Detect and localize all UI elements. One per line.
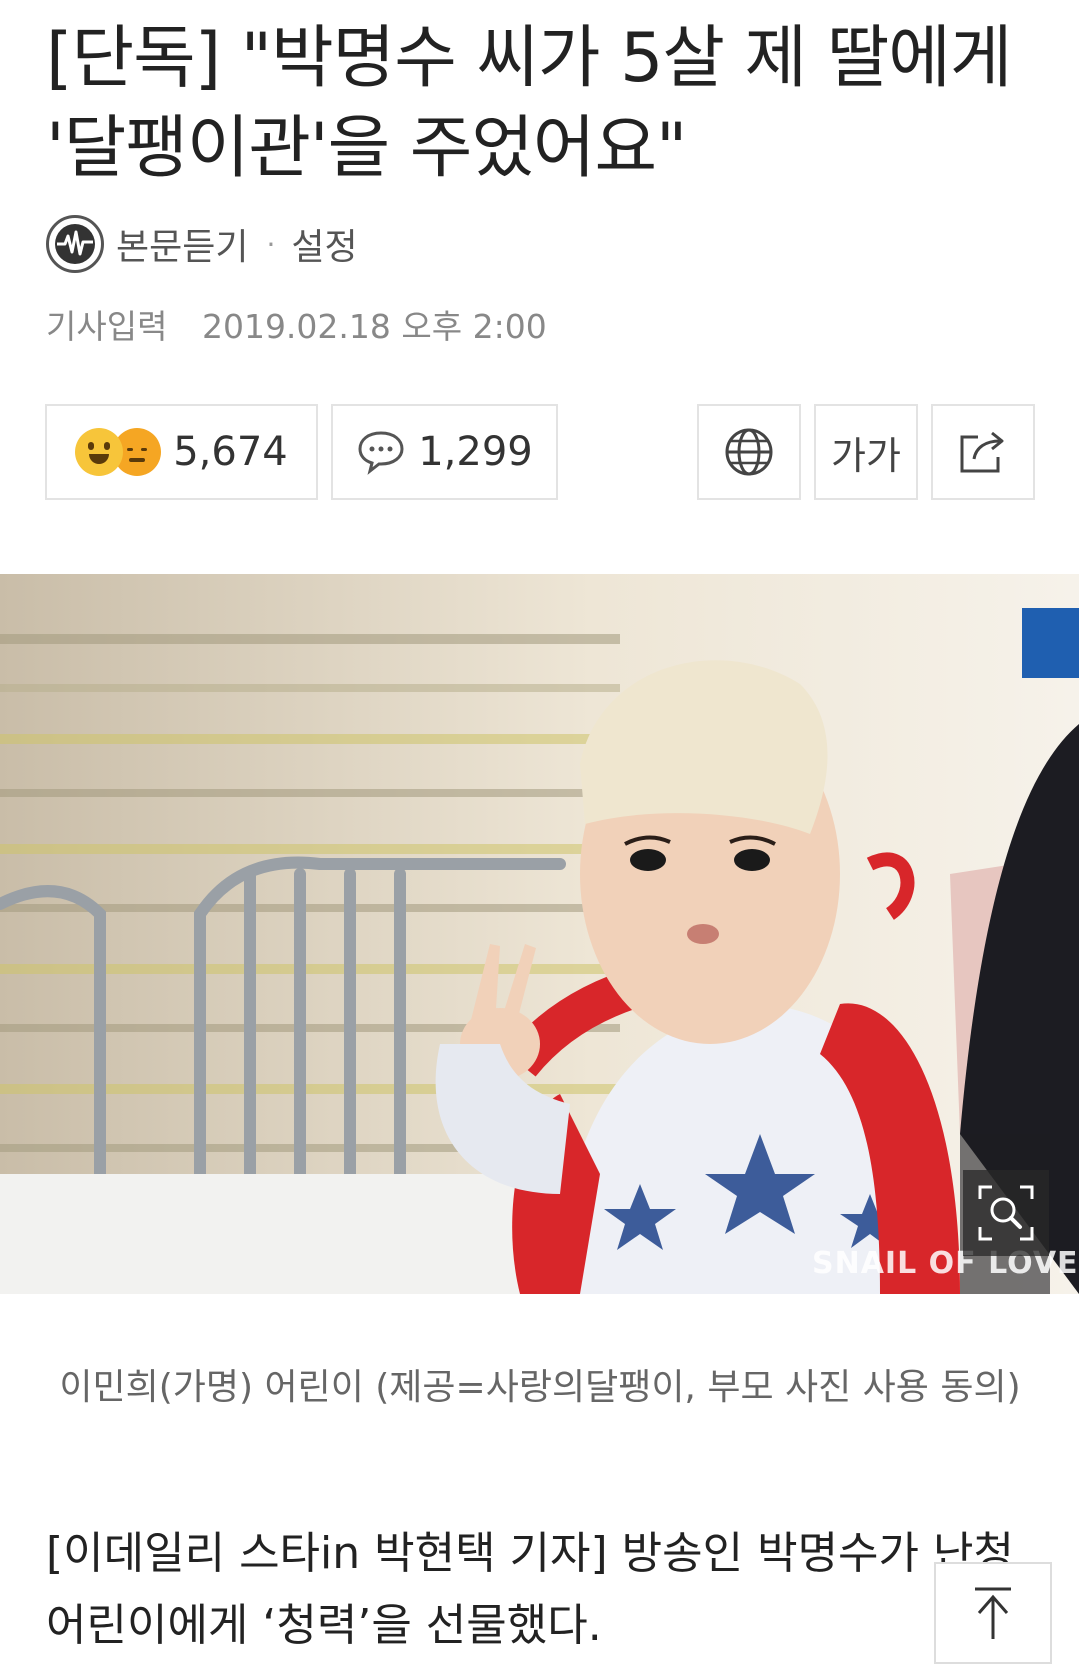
article-photo[interactable]: [0, 574, 1079, 1294]
zoom-magnifier-icon: [978, 1185, 1034, 1241]
published-label: 기사입력: [46, 307, 168, 346]
speech-bubble-icon: [358, 431, 404, 475]
separator-dot: ·: [266, 227, 276, 261]
share-button[interactable]: [931, 404, 1035, 500]
smile-emoji-icon: [75, 428, 124, 476]
reaction-count: 5,674: [173, 429, 288, 475]
tts-listen-button[interactable]: 본문듣기: [116, 218, 248, 270]
article-body-paragraph: [이데일리 스타in 박현택 기자] 방송인 박명수가 난청 어린이에게 ‘청력…: [46, 1528, 1014, 1651]
article-headline: [단독] "박명수 씨가 5살 제 딸에게 '달팽이관'을 주었어요": [46, 19, 1012, 188]
reaction-button[interactable]: 5,674: [45, 404, 318, 500]
translate-button[interactable]: [697, 404, 801, 500]
published-date: 2019.02.18 오후 2:00: [201, 307, 547, 346]
font-size-button[interactable]: 가가: [814, 404, 918, 500]
headphone-wave-icon[interactable]: [46, 215, 104, 273]
article-meta: 기사입력 2019.02.18 오후 2:00: [46, 300, 547, 348]
photo-caption: 이민희(가명) 어린이 (제공=사랑의달팽이, 부모 사진 사용 동의): [59, 1367, 1021, 1408]
scroll-top-button[interactable]: [934, 1562, 1052, 1664]
font-size-label: 가가: [831, 433, 901, 478]
globe-icon: [725, 428, 773, 476]
tts-bar: 본문듣기 · 설정: [46, 214, 358, 274]
photo-zoom-button[interactable]: [963, 1170, 1049, 1256]
child-in-hospital-photo: [0, 574, 1079, 1294]
share-arrow-icon: [960, 431, 1004, 473]
arrow-up-icon: [975, 1587, 1011, 1639]
comment-button[interactable]: 1,299: [331, 404, 558, 500]
tts-settings-button[interactable]: 설정: [291, 218, 357, 270]
comment-count: 1,299: [418, 429, 533, 475]
